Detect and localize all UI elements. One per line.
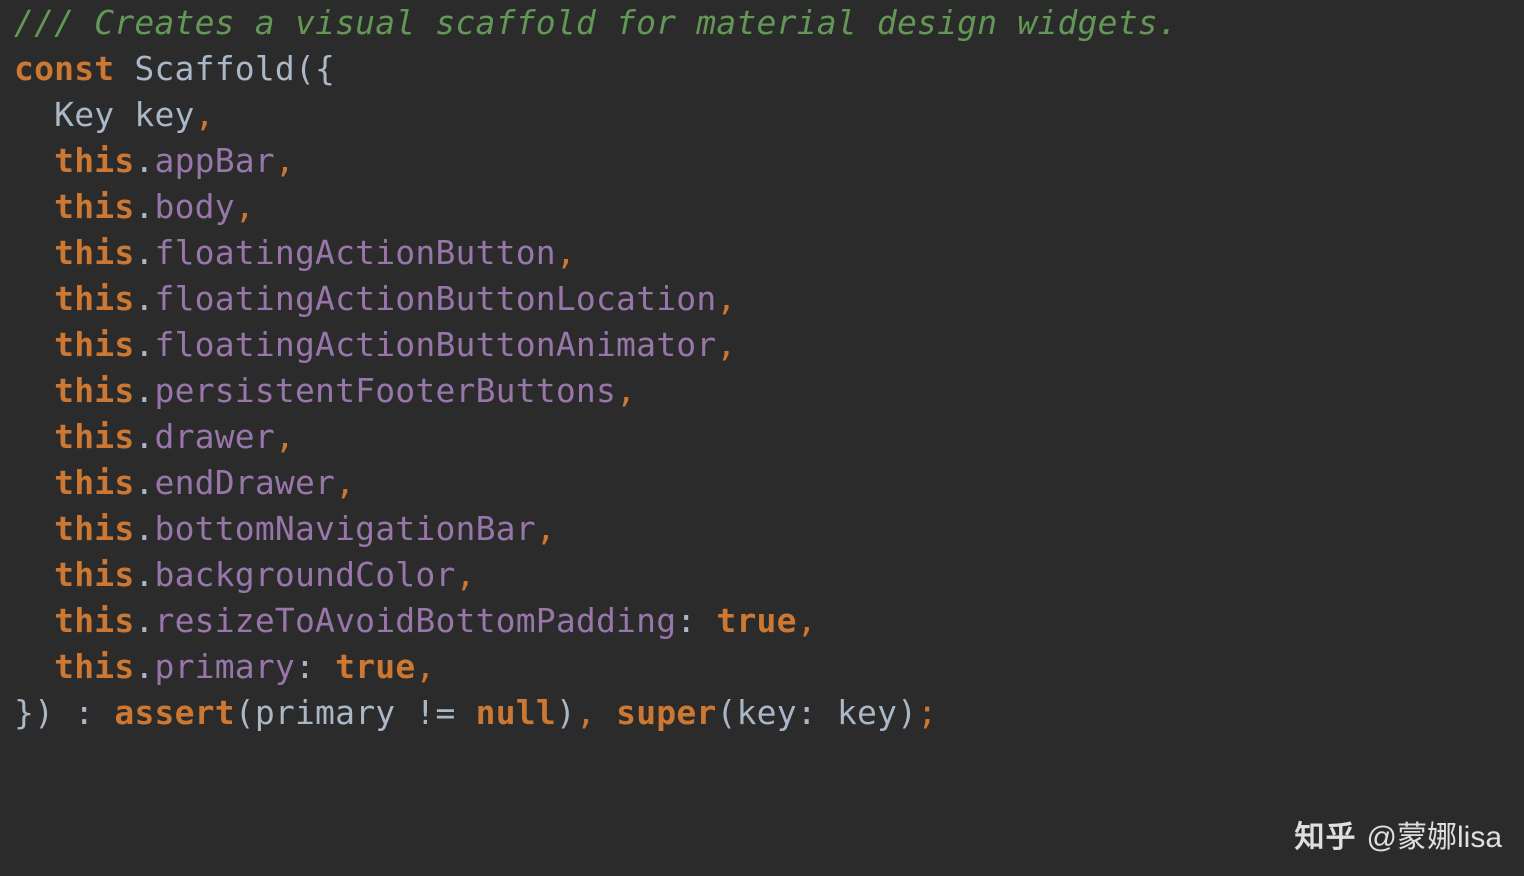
field-bottomNavigationBar: bottomNavigationBar — [155, 509, 536, 548]
kw-this: this — [54, 509, 134, 548]
comma: , — [716, 279, 736, 318]
dot: . — [134, 141, 154, 180]
kw-this: this — [54, 233, 134, 272]
dot: . — [134, 233, 154, 272]
kw-this: this — [54, 647, 134, 686]
comma: , — [415, 647, 435, 686]
dot: . — [134, 371, 154, 410]
field-endDrawer: endDrawer — [155, 463, 336, 502]
op-neq: != — [415, 693, 455, 732]
comma: , — [797, 601, 817, 640]
open-brace: ({ — [295, 49, 335, 88]
watermark-author: @蒙娜lisa — [1367, 812, 1502, 856]
kw-this: this — [54, 417, 134, 456]
comma: , — [275, 417, 295, 456]
kw-true: true — [335, 647, 415, 686]
field-drawer: drawer — [155, 417, 275, 456]
field-floatingActionButton: floatingActionButton — [155, 233, 556, 272]
kw-this: this — [54, 187, 134, 226]
kw-this: this — [54, 371, 134, 410]
dot: . — [134, 279, 154, 318]
dot: . — [134, 601, 154, 640]
code-block: /// Creates a visual scaffold for materi… — [0, 0, 1524, 736]
close-brace: }) — [14, 693, 54, 732]
field-resizeToAvoidBottomPadding: resizeToAvoidBottomPadding — [155, 601, 677, 640]
kw-assert: assert — [114, 693, 234, 732]
comma: , — [576, 693, 596, 732]
kw-this: this — [54, 141, 134, 180]
field-floatingActionButtonAnimator: floatingActionButtonAnimator — [155, 325, 717, 364]
dot: . — [134, 187, 154, 226]
dot: . — [134, 647, 154, 686]
kw-null: null — [476, 693, 556, 732]
kw-this: this — [54, 463, 134, 502]
kw-this: this — [54, 555, 134, 594]
comma: , — [275, 141, 295, 180]
comma: , — [536, 509, 556, 548]
dot: . — [134, 509, 154, 548]
field-persistentFooterButtons: persistentFooterButtons — [155, 371, 617, 410]
kw-const: const — [14, 49, 114, 88]
class-name: Scaffold — [134, 49, 295, 88]
param-key-name: key — [134, 95, 194, 134]
field-body: body — [155, 187, 235, 226]
code-comment: /// Creates a visual scaffold for materi… — [14, 3, 1178, 42]
colon: : — [797, 693, 817, 732]
assert-arg: primary — [255, 693, 395, 732]
field-floatingActionButtonLocation: floatingActionButtonLocation — [155, 279, 717, 318]
dot: . — [134, 417, 154, 456]
dot: . — [134, 463, 154, 502]
kw-this: this — [54, 325, 134, 364]
field-appBar: appBar — [155, 141, 275, 180]
kw-this: this — [54, 279, 134, 318]
comma: , — [616, 371, 636, 410]
kw-true: true — [716, 601, 796, 640]
comma: , — [456, 555, 476, 594]
field-primary: primary — [155, 647, 295, 686]
field-backgroundColor: backgroundColor — [155, 555, 456, 594]
zhihu-logo-icon: 知乎 — [1295, 812, 1357, 856]
comma: , — [235, 187, 255, 226]
dot: . — [134, 325, 154, 364]
watermark: 知乎 @蒙娜lisa — [1295, 812, 1502, 856]
super-key-name: key — [737, 693, 797, 732]
comma: , — [716, 325, 736, 364]
colon: : — [676, 601, 696, 640]
colon: : — [74, 693, 94, 732]
comma: , — [195, 95, 215, 134]
kw-this: this — [54, 601, 134, 640]
dot: . — [134, 555, 154, 594]
colon: : — [295, 647, 315, 686]
semicolon: ; — [917, 693, 937, 732]
super-key-arg: key — [837, 693, 897, 732]
comma: , — [556, 233, 576, 272]
comma: , — [335, 463, 355, 502]
param-key-type: Key — [54, 95, 114, 134]
kw-super: super — [616, 693, 716, 732]
